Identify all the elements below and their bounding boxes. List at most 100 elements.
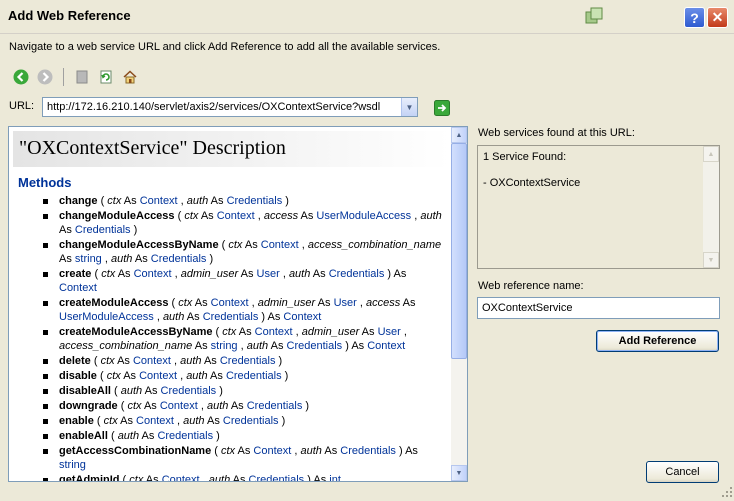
param-name: auth <box>180 355 202 367</box>
method-item: changeModuleAccess ( ctx As Context , ac… <box>43 209 452 237</box>
param-type-link[interactable]: Context <box>261 239 299 251</box>
param-type-link[interactable]: Credentials <box>249 474 305 481</box>
stop-icon[interactable] <box>73 68 91 86</box>
return-type-link[interactable]: string <box>59 459 86 471</box>
param-type-link[interactable]: Credentials <box>247 400 303 412</box>
param-type-link[interactable]: User <box>334 297 357 309</box>
param-type-link[interactable]: Credentials <box>203 311 259 323</box>
param-type-link[interactable]: Credentials <box>223 415 279 427</box>
method-list: change ( ctx As Context , auth As Creden… <box>9 194 452 481</box>
refresh-icon[interactable] <box>97 68 115 86</box>
web-reference-name-input[interactable] <box>477 297 720 319</box>
chevron-down-icon[interactable]: ▼ <box>401 98 417 116</box>
url-input[interactable] <box>43 98 401 116</box>
resize-grip-icon[interactable] <box>721 486 733 498</box>
service-description-panel[interactable]: "OXContextService" Description Methods c… <box>8 126 468 482</box>
return-type-link[interactable]: Context <box>283 311 321 323</box>
param-type-link[interactable]: Context <box>211 297 249 309</box>
param-type-link[interactable]: Credentials <box>75 224 131 236</box>
param-name: ctx <box>106 370 121 382</box>
param-name: ctx <box>178 297 193 309</box>
method-name: disableAll <box>59 385 111 397</box>
method-name: downgrade <box>59 400 118 412</box>
close-button[interactable]: ✕ <box>707 7 728 28</box>
return-type-link[interactable]: Context <box>367 340 405 352</box>
param-type-link[interactable]: Credentials <box>161 385 217 397</box>
method-item: downgrade ( ctx As Context , auth As Cre… <box>43 399 452 413</box>
method-name: changeModuleAccessByName <box>59 239 219 251</box>
method-item: disable ( ctx As Context , auth As Crede… <box>43 369 452 383</box>
window-decoration-icon <box>584 6 604 26</box>
method-item: getAdminId ( ctx As Context , auth As Cr… <box>43 473 452 481</box>
param-type-link[interactable]: Context <box>255 326 293 338</box>
method-name: disable <box>59 370 97 382</box>
param-type-link[interactable]: Context <box>162 474 200 481</box>
param-name: admin_user <box>180 268 239 280</box>
param-type-link[interactable]: Credentials <box>157 430 213 442</box>
param-type-link[interactable]: Credentials <box>340 445 396 457</box>
param-type-link[interactable]: Credentials <box>220 355 276 367</box>
param-type-link[interactable]: Context <box>217 210 255 222</box>
param-name: access <box>263 210 299 222</box>
cancel-button[interactable]: Cancel <box>646 461 719 483</box>
param-name: auth <box>288 268 311 280</box>
param-type-link[interactable]: UserModuleAccess <box>316 210 411 222</box>
param-type-link[interactable]: Context <box>253 445 291 457</box>
description-scrollbar[interactable]: ▲ ▼ <box>451 127 467 481</box>
param-name: access <box>365 297 401 309</box>
param-type-link[interactable]: Credentials <box>227 195 283 207</box>
description-header: "OXContextService" Description <box>13 131 450 167</box>
scroll-up-icon: ▲ <box>703 146 719 162</box>
param-type-link[interactable]: Credentials <box>226 370 282 382</box>
help-button[interactable]: ? <box>684 7 705 28</box>
method-item: getAccessCombinationName ( ctx As Contex… <box>43 444 452 472</box>
param-name: ctx <box>129 474 144 481</box>
scroll-down-icon[interactable]: ▼ <box>451 465 467 481</box>
home-icon[interactable] <box>121 68 139 86</box>
method-item: enableAll ( auth As Credentials ) <box>43 429 452 443</box>
return-type-link[interactable]: int <box>329 474 341 481</box>
method-name: getAdminId <box>59 474 120 481</box>
scroll-up-icon[interactable]: ▲ <box>451 127 467 143</box>
method-name: enableAll <box>59 430 108 442</box>
param-type-link[interactable]: Context <box>133 355 171 367</box>
return-type-link[interactable]: Context <box>59 282 97 294</box>
method-name: createModuleAccess <box>59 297 169 309</box>
go-arrow-icon[interactable] <box>434 100 450 116</box>
param-name: access_combination_name <box>307 239 442 251</box>
param-type-link[interactable]: UserModuleAccess <box>59 311 154 323</box>
param-type-link[interactable]: Credentials <box>151 253 207 265</box>
services-scrollbar: ▲ ▼ <box>703 146 719 268</box>
method-item: create ( ctx As Context , admin_user As … <box>43 267 452 295</box>
param-type-link[interactable]: Context <box>136 415 174 427</box>
param-name: ctx <box>228 239 243 251</box>
param-name: auth <box>110 253 133 265</box>
param-type-link[interactable]: string <box>75 253 102 265</box>
url-combobox[interactable]: ▼ <box>42 97 418 117</box>
param-type-link[interactable]: User <box>257 268 280 280</box>
back-icon[interactable] <box>12 68 30 86</box>
param-type-link[interactable]: Context <box>134 268 172 280</box>
method-name: createModuleAccessByName <box>59 326 213 338</box>
method-item: delete ( ctx As Context , auth As Creden… <box>43 354 452 368</box>
method-signature: ( ctx As Context , auth As Credentials ) <box>96 370 289 382</box>
param-type-link[interactable]: User <box>378 326 401 338</box>
methods-heading: Methods <box>18 175 72 190</box>
param-type-link[interactable]: Credentials <box>287 340 343 352</box>
instructions-text: Navigate to a web service URL and click … <box>9 41 441 53</box>
param-type-link[interactable]: Context <box>139 370 177 382</box>
scrollbar-thumb[interactable] <box>451 143 467 359</box>
param-name: auth <box>300 445 322 457</box>
method-signature: ( ctx As Context , auth As Credentials ) <box>93 415 286 427</box>
add-reference-button[interactable]: Add Reference <box>596 330 719 352</box>
param-type-link[interactable]: Context <box>160 400 198 412</box>
method-name: create <box>59 268 92 280</box>
param-name: ctx <box>107 195 122 207</box>
method-signature: ( ctx As Context , auth As Credentials ) <box>97 195 289 207</box>
method-name: enable <box>59 415 94 427</box>
param-name: admin_user <box>301 326 360 338</box>
param-type-link[interactable]: Credentials <box>329 268 385 280</box>
param-type-link[interactable]: Context <box>140 195 178 207</box>
forward-icon[interactable] <box>36 68 54 86</box>
param-type-link[interactable]: string <box>211 340 238 352</box>
